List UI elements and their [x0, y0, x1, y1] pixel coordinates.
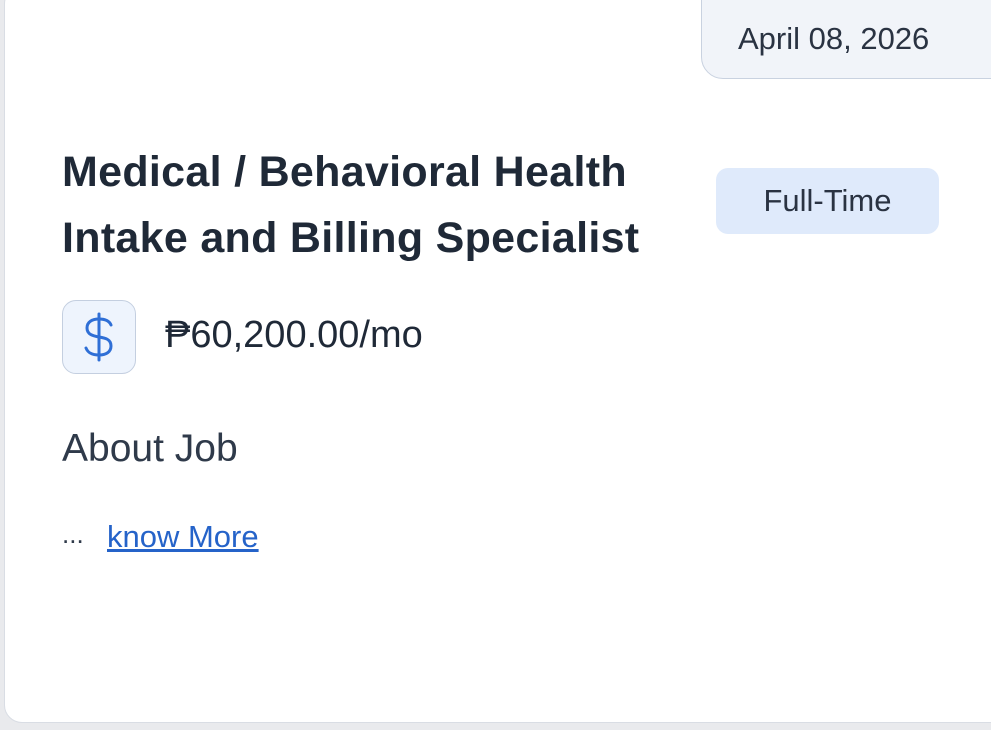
employment-type: Full-Time [763, 183, 892, 218]
about-job-heading: About Job [62, 427, 238, 470]
job-title: Medical / Behavioral Health Intake and B… [62, 148, 640, 262]
job-card: April 08, 2026 Medical / Behavioral Heal… [4, 0, 991, 723]
know-more-link[interactable]: know More [107, 519, 259, 555]
salary: ₱60,200.00/mo [165, 314, 423, 356]
dollar-icon [62, 300, 136, 374]
posted-date: April 08, 2026 [738, 21, 930, 56]
description-ellipsis: ... [62, 519, 84, 549]
posted-date-badge: April 08, 2026 [701, 0, 991, 79]
employment-type-badge: Full-Time [716, 168, 939, 234]
